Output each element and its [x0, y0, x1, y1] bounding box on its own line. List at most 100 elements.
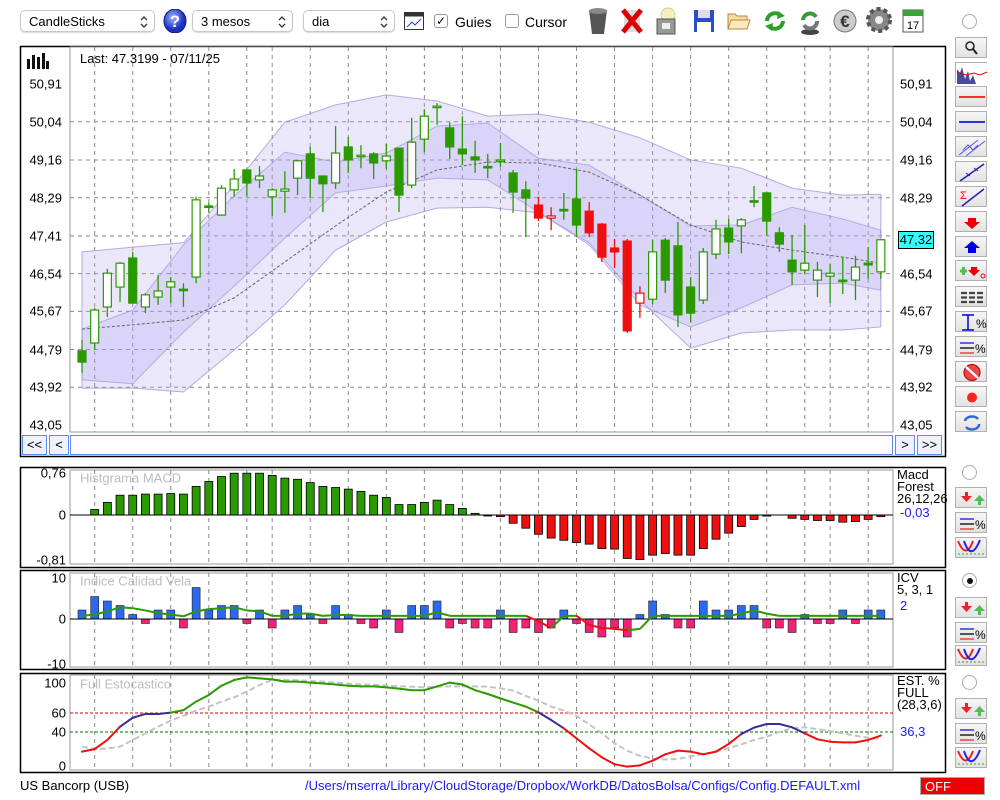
stoch-k-segment — [157, 711, 172, 715]
icv-signal-segment — [753, 609, 767, 615]
svg-text:%: % — [975, 518, 986, 532]
sigma-trendline-tool[interactable]: Σ — [955, 186, 987, 207]
levels-button[interactable] — [955, 286, 987, 307]
blue-line-tool[interactable] — [955, 111, 987, 132]
interval-value: dia — [312, 14, 330, 29]
chart-window-icon[interactable] — [404, 12, 424, 30]
macd-tick-label: 0 — [58, 507, 66, 523]
stoch-k-segment — [626, 764, 641, 768]
macd-signals-button[interactable] — [955, 487, 987, 508]
curves-icon — [957, 647, 986, 663]
lines-percent-button[interactable]: % — [955, 336, 987, 357]
chart-type-select[interactable]: CandleSticks — [20, 10, 155, 32]
candle — [470, 140, 480, 173]
macd-bar — [229, 472, 239, 516]
icv-signal-segment — [221, 606, 235, 610]
save-icon[interactable] — [693, 9, 715, 33]
record-button[interactable] — [955, 386, 987, 407]
macd-bar — [305, 482, 315, 516]
candle — [850, 255, 861, 301]
macd-panel-radio[interactable] — [962, 465, 977, 480]
volume-profile-button[interactable] — [955, 62, 988, 84]
clear-button[interactable] — [955, 361, 987, 382]
icv-bar — [356, 618, 366, 624]
candle — [242, 169, 252, 197]
candle — [432, 103, 442, 125]
candle-body — [584, 210, 594, 234]
sync-icon[interactable] — [798, 8, 822, 36]
cursor-checkbox[interactable] — [505, 14, 519, 28]
reload-button[interactable] — [955, 411, 987, 432]
macd-bar — [445, 504, 455, 516]
bar-chart-icon[interactable] — [27, 53, 49, 69]
range-percent-icon: % — [962, 314, 987, 331]
cursor-label: Cursor — [525, 14, 568, 30]
help-icon[interactable]: ? — [163, 8, 187, 34]
icv-signal-segment — [639, 615, 654, 630]
stoch-curves-button[interactable] — [955, 747, 987, 768]
gear-icon[interactable] — [865, 6, 893, 34]
candle-body — [850, 266, 861, 281]
stoch-signals-button[interactable] — [955, 698, 987, 719]
guides-checkbox[interactable]: ✓ — [434, 14, 448, 28]
macd-bar — [711, 514, 721, 540]
main-chart-radio[interactable] — [962, 14, 977, 29]
candle — [280, 171, 290, 213]
macd-bar — [698, 514, 708, 549]
candle-body — [749, 200, 759, 203]
last-price-label: Last: 47.3199 - 07/11/25 — [80, 51, 220, 66]
buy-signal-button[interactable] — [955, 236, 987, 257]
time-axis-strip[interactable] — [70, 435, 893, 455]
record-icon — [967, 392, 977, 403]
stoch-k-segment — [182, 700, 198, 712]
icv-curves-button[interactable] — [955, 645, 987, 666]
refresh-icon[interactable] — [763, 9, 787, 33]
icv-signal-segment — [322, 613, 336, 617]
trash-icon[interactable] — [587, 7, 609, 35]
open-folder-icon[interactable] — [727, 10, 751, 34]
icv-bar — [534, 618, 543, 633]
archive-icon[interactable] — [655, 7, 677, 35]
macd-bar — [508, 514, 518, 524]
candle — [153, 274, 163, 305]
candle — [673, 221, 683, 327]
candle-body — [432, 105, 442, 109]
candle-body — [838, 279, 848, 283]
nav-next-button[interactable]: > — [895, 435, 915, 455]
delete-x-icon[interactable] — [621, 7, 643, 35]
nav-first-button[interactable]: << — [22, 435, 47, 455]
candle-body — [876, 239, 886, 273]
macd-curves-button[interactable] — [955, 537, 987, 558]
icv-levels-button[interactable]: % — [955, 622, 987, 643]
candle-body — [318, 175, 328, 185]
macd-levels-button[interactable]: % — [955, 512, 987, 533]
icv-signal-segment — [614, 627, 628, 632]
price-tick-left: 49,16 — [29, 152, 62, 168]
trendline-tool[interactable] — [955, 161, 987, 182]
config-path-link[interactable]: /Users/mserra/Library/CloudStorage/Dropb… — [305, 778, 860, 793]
stoch-levels-button[interactable]: % — [955, 723, 987, 744]
icv-bar — [876, 609, 886, 620]
nav-last-button[interactable]: >> — [917, 435, 942, 455]
channel-tool[interactable] — [955, 136, 987, 157]
nav-prev-button[interactable]: < — [49, 435, 69, 455]
calendar-icon[interactable]: 17 — [902, 7, 924, 33]
euro-icon[interactable]: € — [833, 8, 857, 34]
period-select[interactable]: 3 mesos — [192, 10, 293, 32]
icv-signal-segment — [588, 623, 603, 629]
price-tick-left: 46,54 — [29, 266, 62, 282]
candle — [128, 251, 138, 304]
stoch-d-line — [81, 679, 881, 761]
macd-bar — [496, 514, 505, 518]
interval-select[interactable]: dia — [303, 10, 395, 32]
range-percent-button[interactable]: % — [955, 311, 987, 332]
zoom-button[interactable] — [955, 37, 987, 58]
icv-signals-button[interactable] — [955, 597, 987, 618]
sell-signal-button[interactable] — [955, 211, 987, 232]
icv-panel-radio[interactable] — [962, 573, 977, 588]
red-line-tool[interactable] — [955, 86, 987, 107]
status-off-button[interactable]: OFF — [920, 777, 985, 795]
stoch-panel-radio[interactable] — [962, 675, 977, 690]
add-signal-button[interactable] — [955, 260, 987, 281]
icv-bar — [686, 618, 695, 629]
